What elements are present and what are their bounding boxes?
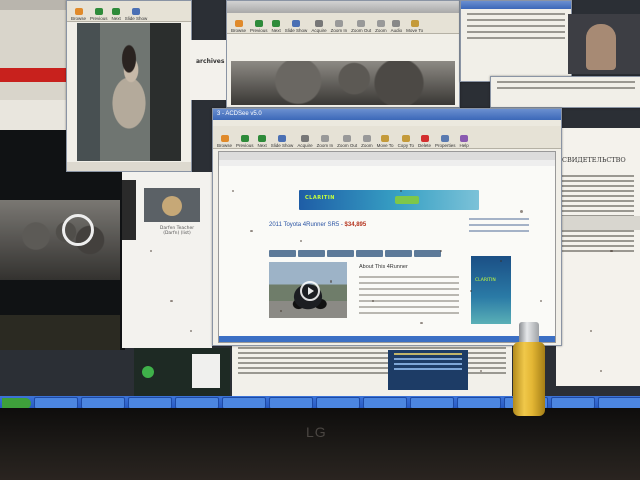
delete-button[interactable]: Delete bbox=[418, 129, 431, 148]
previous-button[interactable]: Previous bbox=[236, 129, 254, 148]
background-portrait-photo bbox=[568, 14, 640, 74]
background-document-right: СВИДЕТЕЛЬСТВО bbox=[556, 128, 640, 386]
zoom-button[interactable]: Zoom bbox=[375, 14, 387, 33]
document-divider bbox=[556, 216, 640, 230]
background-page-top-left bbox=[0, 0, 70, 100]
lg-logo: LG bbox=[306, 424, 327, 440]
next-button[interactable]: Next bbox=[272, 14, 281, 33]
video-strip bbox=[0, 315, 120, 350]
listing-tab[interactable] bbox=[327, 250, 354, 257]
next-button[interactable]: Next bbox=[112, 2, 121, 21]
about-heading: About This 4Runner bbox=[359, 264, 408, 270]
lighter-body bbox=[513, 342, 545, 416]
acdsee-main-window: 3 - ACDSee v5.0 Browse Previous Next Sli… bbox=[212, 108, 562, 346]
slideshow-button[interactable]: Slide Show bbox=[271, 129, 293, 148]
background-dark-tile bbox=[134, 348, 230, 396]
portrait-figure bbox=[586, 24, 616, 70]
listing-tab[interactable] bbox=[385, 250, 412, 257]
acquire-button[interactable]: Acquire bbox=[297, 129, 313, 148]
ad-banner[interactable]: CLARITIN bbox=[299, 190, 479, 210]
play-icon[interactable] bbox=[300, 281, 320, 301]
listing-tab[interactable] bbox=[356, 250, 383, 257]
properties-button[interactable]: Properties bbox=[435, 129, 456, 148]
russian-heading: СВИДЕТЕЛЬСТВО bbox=[562, 156, 626, 164]
side-ad[interactable]: CLARITIN bbox=[471, 256, 511, 324]
ad-brand-label: CLARITIN bbox=[305, 195, 335, 201]
slideshow-button[interactable]: Slide Show bbox=[285, 14, 307, 33]
browse-button[interactable]: Browse bbox=[231, 14, 246, 33]
avatar bbox=[162, 196, 182, 216]
old-group-photo bbox=[231, 61, 455, 105]
listing-price: $34,895 bbox=[344, 222, 367, 228]
copy-to-button[interactable]: Copy To bbox=[398, 129, 414, 148]
listing-tab[interactable] bbox=[414, 250, 441, 257]
move-to-button[interactable]: Move To bbox=[377, 129, 394, 148]
listing-tab[interactable] bbox=[269, 250, 296, 257]
zoom-out-button[interactable]: Zoom Out bbox=[337, 129, 357, 148]
browser-tab-strip bbox=[219, 152, 555, 160]
browse-button[interactable]: Browse bbox=[217, 129, 232, 148]
start-button[interactable] bbox=[2, 397, 31, 409]
window-title: 3 - ACDSee v5.0 bbox=[213, 109, 561, 120]
profile-page: Darfen Teacher (Darfn) (list) bbox=[122, 172, 212, 348]
status-bar bbox=[67, 162, 191, 171]
browser-address-bar bbox=[219, 160, 555, 166]
audio-button[interactable]: Audio bbox=[391, 14, 402, 33]
child-portrait-photo bbox=[77, 23, 181, 161]
profile-cover-photo bbox=[144, 188, 200, 222]
previous-button[interactable]: Previous bbox=[90, 2, 108, 21]
photo-viewer-window: Browse Previous Next Slide Show bbox=[66, 0, 192, 172]
background-forum-page bbox=[232, 344, 512, 396]
side-ad-brand-label: CLARITIN bbox=[475, 278, 496, 283]
lighter bbox=[512, 322, 546, 416]
listing-tabs bbox=[269, 250, 441, 257]
listing-tab[interactable] bbox=[298, 250, 325, 257]
next-button[interactable]: Next bbox=[258, 129, 267, 148]
lighter-cap bbox=[519, 322, 539, 344]
red-banner bbox=[0, 68, 70, 82]
zoom-out-button[interactable]: Zoom Out bbox=[351, 14, 371, 33]
inner-taskbar bbox=[219, 336, 555, 342]
top-viewer-window: Browse Previous Next Slide Show Acquire … bbox=[226, 0, 460, 108]
profile-sidebar bbox=[122, 180, 136, 240]
browse-button[interactable]: Browse bbox=[71, 2, 86, 21]
slideshow-button[interactable]: Slide Show bbox=[125, 2, 147, 21]
forum-dark-box bbox=[388, 350, 468, 390]
profile-name: Darfen Teacher (Darfn) (list) bbox=[159, 226, 195, 236]
screenshot-content: CLARITIN 2011 Toyota 4Runner SR5 - $34,8… bbox=[218, 151, 556, 343]
zoom-in-button[interactable]: Zoom In bbox=[317, 129, 333, 148]
listing-side-links bbox=[469, 218, 529, 236]
figure-tile bbox=[192, 354, 220, 388]
help-button[interactable]: Help bbox=[460, 129, 469, 148]
background-window-right bbox=[460, 0, 572, 82]
background-window-strip bbox=[490, 76, 640, 108]
listing-title: 2011 Toyota 4Runner SR5 - $34,895 bbox=[269, 222, 367, 228]
archives-label: archives bbox=[196, 58, 225, 65]
previous-button[interactable]: Previous bbox=[250, 14, 268, 33]
green-badge-icon bbox=[142, 366, 154, 378]
photo-scene: Browse Previous Next Slide Show Browse P… bbox=[0, 0, 640, 480]
highlight-circle bbox=[62, 214, 94, 246]
zoom-button[interactable]: Zoom bbox=[361, 129, 373, 148]
move-to-button[interactable]: Move To bbox=[406, 14, 423, 33]
group-photo bbox=[0, 200, 120, 280]
monitor-bezel: LG bbox=[0, 408, 640, 480]
spec-list bbox=[359, 276, 459, 318]
background-archive-page: archives bbox=[190, 40, 226, 100]
zoom-in-button[interactable]: Zoom In bbox=[331, 14, 347, 33]
ad-cta-button[interactable] bbox=[395, 196, 419, 204]
acquire-button[interactable]: Acquire bbox=[311, 14, 327, 33]
